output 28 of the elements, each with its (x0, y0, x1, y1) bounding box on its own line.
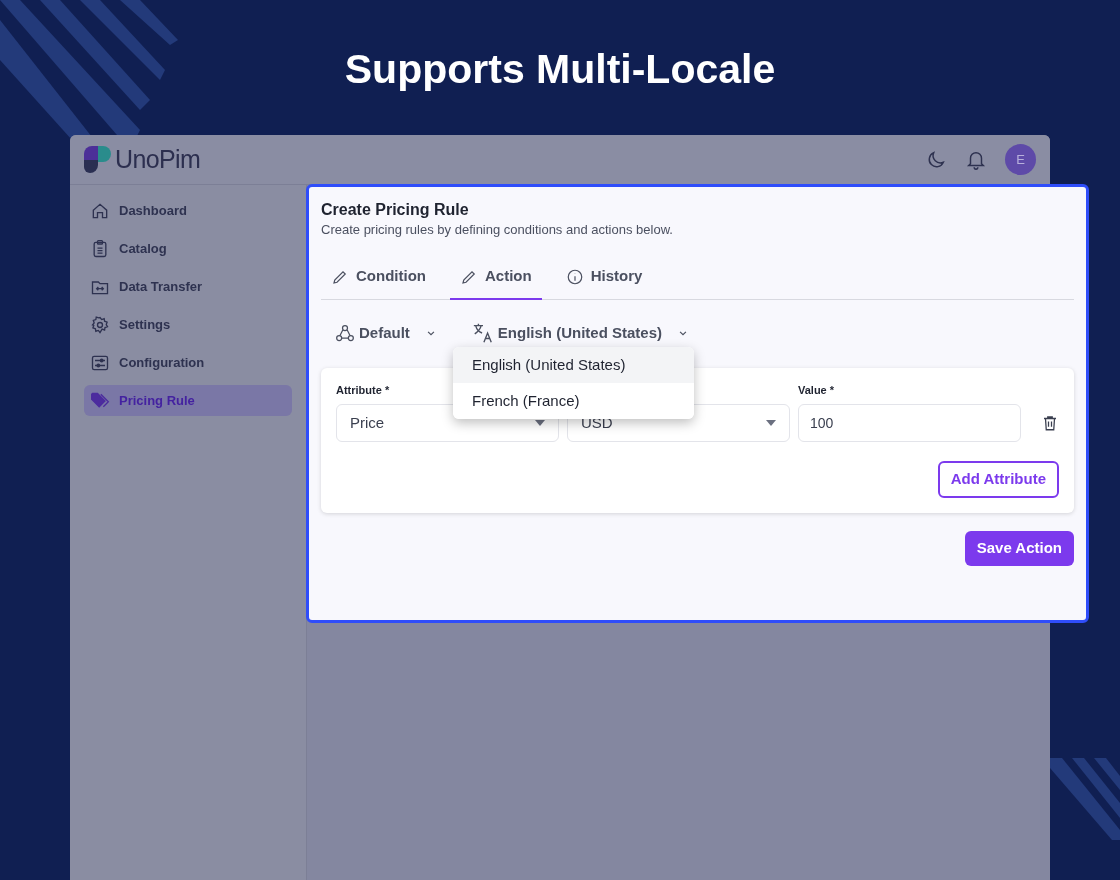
logo-icon (84, 146, 111, 173)
channel-dropdown[interactable]: Default (335, 321, 438, 345)
sidebar-item[interactable]: Data Transfer (84, 271, 292, 302)
settings-icon (90, 314, 110, 335)
logo-text: UnoPim (115, 143, 201, 175)
tab[interactable]: Action (450, 255, 542, 300)
page-title: Supports Multi-Locale (344, 45, 776, 94)
sidebar-item[interactable]: Configuration (84, 347, 292, 378)
add-attribute-button[interactable]: Add Attribute (937, 461, 1059, 498)
tab[interactable]: Condition (321, 255, 436, 300)
locale-option[interactable]: English (United States) (453, 347, 694, 383)
sidebar-item[interactable]: Catalog (84, 233, 292, 264)
field-label: Value * (798, 383, 836, 398)
modal-subtitle: Create pricing rules by defining conditions and actions below. (321, 221, 674, 239)
tab[interactable]: History (555, 255, 653, 300)
sidebar-item[interactable]: Settings (84, 309, 292, 340)
translate-icon (471, 322, 494, 344)
locale-dropdown[interactable]: English (United States) (471, 321, 691, 345)
info-icon (565, 267, 584, 286)
caret-icon (766, 420, 776, 426)
input-field[interactable]: 100 (798, 404, 1021, 442)
nodes-icon (335, 323, 355, 343)
trash-icon[interactable] (1041, 414, 1059, 432)
sidebar-item[interactable]: Dashboard (84, 195, 292, 226)
field-label: Attribute * (336, 383, 391, 398)
save-action-button[interactable]: Save Action (964, 531, 1074, 566)
locale-option[interactable]: French (France) (453, 383, 694, 419)
modal-title: Create Pricing Rule (321, 200, 470, 220)
